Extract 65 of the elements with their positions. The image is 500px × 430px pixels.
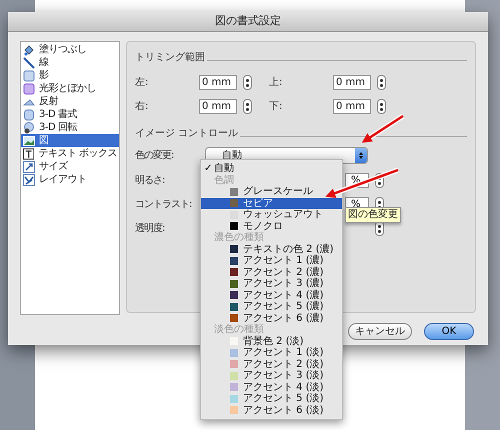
sidebar-item[interactable]: 塗りつぶし <box>21 43 119 56</box>
field-label: 右: <box>135 100 150 114</box>
sidebar-item[interactable]: 線 <box>21 56 119 69</box>
menu-item[interactable]: 背景色 2 (淡) <box>201 336 342 347</box>
textbox-icon <box>23 148 34 160</box>
section-title: イメージ コントロール <box>135 127 238 141</box>
menu-item[interactable]: アクセント 4 (濃) <box>201 290 342 301</box>
menu-item[interactable]: アクセント 6 (濃) <box>201 312 342 324</box>
field-label: 左: <box>135 76 150 90</box>
input-field[interactable]: 0 mm <box>199 99 237 114</box>
menu-item[interactable]: アクセント 1 (濃) <box>201 255 342 266</box>
resize-icon <box>23 160 35 172</box>
menu-item[interactable]: モノクロ <box>201 220 342 232</box>
field-label: 透明度: <box>135 222 166 236</box>
menu-section-label: 濃色の種類 <box>213 232 265 244</box>
input-field[interactable]: 0 mm <box>333 99 371 114</box>
input-field[interactable]: 0 mm <box>199 75 237 90</box>
menu-item[interactable]: テキストの色 2 (濃) <box>201 244 342 255</box>
menu-item[interactable]: ✓ 自動 <box>201 163 342 174</box>
menu-item[interactable]: アクセント 1 (淡) <box>201 347 342 358</box>
sidebar-item[interactable]: 光彩とぼかし <box>21 82 119 95</box>
field-label: 色の変更: <box>135 148 174 163</box>
menu-item[interactable]: セピア <box>201 198 342 209</box>
sidebar-item[interactable]: 図 <box>21 134 119 147</box>
menu-item[interactable]: ウォッシュアウト <box>201 209 342 220</box>
check-mark: ✓ <box>203 162 214 176</box>
menu-section-label: 淡色の種類 <box>213 324 265 336</box>
field-label: 上: <box>269 76 284 90</box>
ok-button[interactable]: OK <box>424 323 474 340</box>
menu-item[interactable]: アクセント 5 (濃) <box>201 301 342 312</box>
sidebar-item[interactable]: 3-D 書式 <box>21 108 119 121</box>
line-icon <box>23 56 35 68</box>
menu-item[interactable]: アクセント 3 (淡) <box>201 370 342 382</box>
popup-arrows-icon <box>355 148 367 163</box>
stepper[interactable] <box>243 75 252 90</box>
field-label: 下: <box>269 100 284 114</box>
sidebar-item[interactable]: サイズ <box>21 160 119 173</box>
sidebar-item[interactable]: 影 <box>21 69 119 82</box>
input-field[interactable]: 0 mm <box>333 75 371 90</box>
square-icon <box>23 82 35 94</box>
stepper[interactable] <box>377 99 386 114</box>
menu-item[interactable]: グレースケール <box>201 186 342 198</box>
cancel-button[interactable]: キャンセル <box>348 323 412 340</box>
menu-item[interactable]: アクセント 5 (淡) <box>201 393 342 404</box>
sidebar-item[interactable]: テキスト ボックス <box>21 147 119 160</box>
menu-item[interactable]: アクセント 2 (淡) <box>201 358 342 370</box>
field-label: コントラスト: <box>135 198 192 212</box>
tooltip: 図の色変更 <box>345 207 401 223</box>
window-title: 図の書式設定 <box>215 13 281 30</box>
menu-item[interactable]: アクセント 3 (濃) <box>201 278 342 290</box>
field-label: 明るさ: <box>135 174 166 188</box>
sidebar-item[interactable]: レイアウト <box>21 173 119 186</box>
menu-item[interactable]: アクセント 4 (淡) <box>201 382 342 393</box>
square-icon <box>23 70 35 82</box>
menu-section-label: 色調 <box>213 174 235 186</box>
image-icon <box>23 134 35 146</box>
menu-item[interactable]: アクセント 2 (濃) <box>201 266 342 278</box>
stepper[interactable] <box>243 99 252 114</box>
section-title: トリミング範囲 <box>135 51 205 65</box>
stepper[interactable] <box>377 75 386 90</box>
menu-item[interactable]: アクセント 6 (淡) <box>201 404 342 416</box>
layout-icon <box>23 174 35 186</box>
arrow <box>362 114 404 143</box>
sidebar-item[interactable]: 3-D 回転 <box>21 121 119 134</box>
sidebar-item[interactable]: 反射 <box>21 95 119 108</box>
